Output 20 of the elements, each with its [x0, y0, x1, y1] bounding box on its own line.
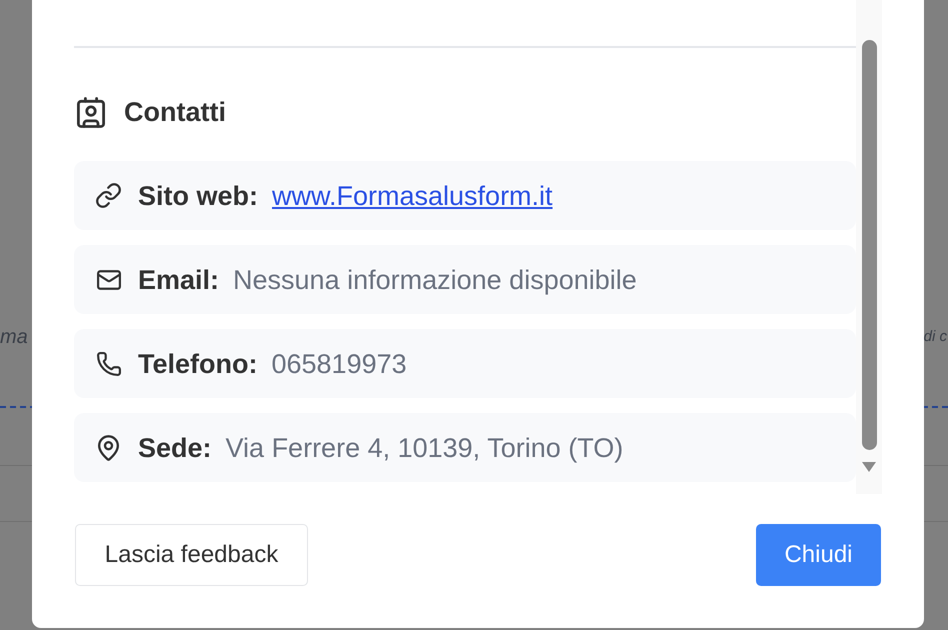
- contact-label: Sede:: [138, 432, 212, 464]
- page-text: ma: [0, 325, 28, 349]
- contact-label: Sito web:: [138, 180, 258, 212]
- scrollbar-thumb[interactable]: [862, 40, 876, 450]
- contact-value: Via Ferrere 4, 10139, Torino (TO): [226, 432, 624, 464]
- contact-label: Telefono:: [138, 348, 258, 380]
- close-button[interactable]: Chiudi: [756, 524, 881, 586]
- scroll-down-icon[interactable]: [862, 462, 876, 472]
- feedback-button[interactable]: Lascia feedback: [75, 524, 308, 586]
- website-link[interactable]: www.Formasalusform.it: [272, 180, 553, 212]
- contact-value: 065819973: [271, 348, 407, 380]
- link-icon: [96, 183, 121, 208]
- envelope-icon: [96, 270, 120, 290]
- map-pin-icon: [98, 434, 119, 460]
- contact-label: Email:: [138, 264, 220, 296]
- section-title: Contatti: [124, 96, 226, 128]
- contact-card-icon: [77, 96, 105, 128]
- page-text: di c: [924, 327, 948, 347]
- phone-icon: [96, 352, 120, 376]
- contact-value: Nessuna informazione disponibile: [233, 264, 637, 296]
